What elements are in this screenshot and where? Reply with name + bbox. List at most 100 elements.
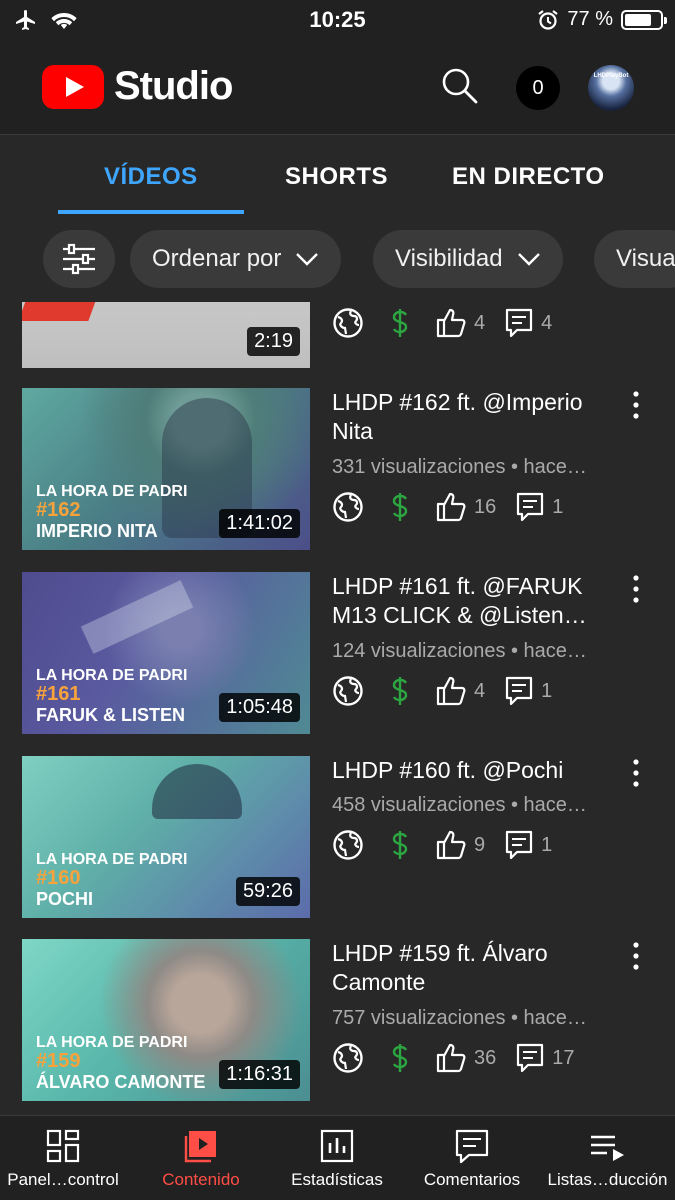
chevron-down-icon	[517, 253, 540, 266]
like-icon	[436, 308, 466, 338]
video-stats: 4 4	[332, 306, 552, 340]
like-count: 9	[474, 833, 486, 856]
video-title[interactable]: LHDP #159 ft. Álvaro Camonte	[332, 939, 622, 997]
globe-icon	[333, 1043, 363, 1073]
thumbnail-number: #161	[36, 683, 81, 705]
like-icon	[436, 830, 466, 860]
nav-comments[interactable]: Comentarios	[412, 1116, 532, 1200]
monetization-icon	[392, 831, 408, 859]
video-stats: 36 17	[332, 1041, 575, 1075]
video-title[interactable]: LHDP #161 ft. @FARUK M13 CLICK & @Listen…	[332, 572, 622, 630]
thumbnail-guest: POCHI	[36, 889, 94, 909]
video-thumbnail[interactable]: 2:19	[22, 302, 310, 368]
views-chip[interactable]: Visua	[594, 230, 675, 288]
comment-count: 1	[541, 679, 553, 702]
video-thumbnail[interactable]: LA HORA DE PADRI #162 IMPERIO NITA 1:41:…	[22, 388, 310, 550]
search-icon[interactable]	[440, 66, 480, 106]
video-duration: 1:41:02	[219, 509, 300, 538]
globe-icon	[333, 830, 363, 860]
more-options-icon[interactable]	[626, 390, 646, 420]
monetization-icon	[392, 493, 408, 521]
playlists-icon	[590, 1135, 624, 1161]
video-duration: 1:05:48	[219, 693, 300, 722]
bottom-navigation: Panel…control Contenido Estadísticas Com…	[0, 1115, 675, 1200]
like-icon	[436, 676, 466, 706]
sort-chip[interactable]: Ordenar por	[130, 230, 342, 288]
video-row[interactable]: LA HORA DE PADRI #160 POCHI 59:26 LHDP #…	[0, 756, 675, 924]
like-count: 36	[474, 1046, 497, 1069]
video-row[interactable]: LA HORA DE PADRI #162 IMPERIO NITA 1:41:…	[0, 388, 675, 556]
more-options-icon[interactable]	[626, 574, 646, 604]
comment-count: 4	[541, 311, 553, 334]
monetization-icon	[392, 309, 408, 337]
battery-icon	[621, 9, 667, 30]
like-count: 4	[474, 679, 486, 702]
like-icon	[436, 492, 466, 522]
nav-label: Listas…ducción	[547, 1170, 668, 1189]
tab-live[interactable]: EN DIRECTO	[452, 163, 605, 191]
more-options-icon[interactable]	[626, 941, 646, 971]
alarm-icon	[538, 9, 559, 30]
notification-count: 0	[532, 76, 544, 99]
video-title[interactable]: LHDP #162 ft. @Imperio Nita	[332, 388, 622, 446]
video-duration: 2:19	[247, 327, 300, 356]
video-thumbnail[interactable]: LA HORA DE PADRI #159 ÁLVARO CAMONTE 1:1…	[22, 939, 310, 1101]
nav-label: Contenido	[162, 1170, 240, 1189]
views-chip-label: Visua	[616, 245, 675, 272]
dashboard-icon	[46, 1129, 80, 1163]
globe-icon	[333, 492, 363, 522]
monetization-icon	[392, 677, 408, 705]
video-stats: 9 1	[332, 828, 552, 862]
avatar[interactable]: LHDPlayBot	[588, 65, 634, 111]
battery-percent: 77 %	[567, 8, 613, 30]
notifications-button[interactable]: 0	[516, 66, 560, 110]
video-meta: 124 visualizaciones • hace…	[332, 640, 587, 662]
nav-content[interactable]: Contenido	[138, 1116, 264, 1200]
comment-icon	[517, 492, 544, 522]
nav-playlists[interactable]: Listas…ducción	[540, 1116, 675, 1200]
video-thumbnail[interactable]: LA HORA DE PADRI #161 FARUK & LISTEN 1:0…	[22, 572, 310, 734]
filter-settings-button[interactable]	[43, 230, 115, 288]
video-duration: 59:26	[235, 877, 300, 906]
like-count: 16	[474, 495, 497, 518]
video-duration: 1:16:31	[219, 1060, 300, 1089]
video-title[interactable]: LHDP #160 ft. @Pochi	[332, 756, 622, 785]
tab-indicator	[58, 210, 244, 214]
nav-label: Panel…control	[7, 1170, 119, 1189]
video-meta: 757 visualizaciones • hace…	[332, 1007, 587, 1029]
more-options-icon[interactable]	[626, 758, 646, 788]
visibility-chip-label: Visibilidad	[395, 245, 503, 272]
video-meta: 458 visualizaciones • hace…	[332, 794, 587, 816]
tab-videos[interactable]: VÍDEOS	[104, 163, 198, 191]
like-icon	[436, 1043, 466, 1073]
sliders-icon	[63, 243, 95, 275]
nav-label: Estadísticas	[291, 1170, 383, 1189]
logo-text: Studio	[114, 64, 233, 108]
chevron-down-icon	[296, 253, 319, 266]
thumbnail-number: #160	[36, 867, 81, 889]
video-row[interactable]: LA HORA DE PADRI #161 FARUK & LISTEN 1:0…	[0, 572, 675, 740]
nav-dashboard[interactable]: Panel…control	[0, 1116, 126, 1200]
video-stats: 4 1	[332, 674, 552, 708]
comment-icon	[506, 308, 533, 338]
video-row[interactable]: LA HORA DE PADRI #159 ÁLVARO CAMONTE 1:1…	[0, 939, 675, 1107]
app-header: Studio 0 LHDPlayBot	[0, 40, 675, 135]
comment-count: 17	[552, 1046, 575, 1069]
status-bar: 10:25 77 %	[0, 0, 675, 40]
video-row[interactable]: 2:19 4 4	[0, 302, 675, 368]
video-thumbnail[interactable]: LA HORA DE PADRI #160 POCHI 59:26	[22, 756, 310, 918]
video-meta: 331 visualizaciones • hace…	[332, 456, 587, 478]
sort-chip-label: Ordenar por	[152, 245, 282, 272]
globe-icon	[333, 308, 363, 338]
nav-analytics[interactable]: Estadísticas	[276, 1116, 398, 1200]
youtube-studio-logo[interactable]: Studio	[42, 64, 233, 109]
comment-icon	[506, 676, 533, 706]
comments-icon	[455, 1129, 489, 1164]
tab-shorts[interactable]: SHORTS	[285, 163, 388, 191]
content-tabs: VÍDEOS SHORTS EN DIRECTO	[0, 136, 675, 216]
globe-icon	[333, 676, 363, 706]
visibility-chip[interactable]: Visibilidad	[373, 230, 563, 288]
thumbnail-number: #162	[36, 499, 81, 521]
thumbnail-guest: IMPERIO NITA	[36, 521, 158, 541]
video-stats: 16 1	[332, 490, 563, 524]
